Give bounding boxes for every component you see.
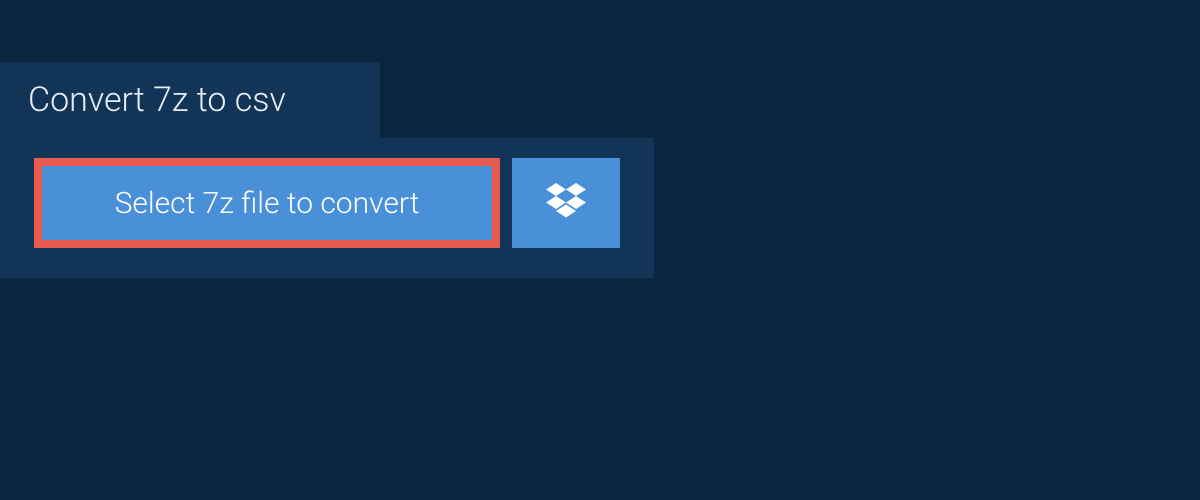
select-file-button[interactable]: Select 7z file to convert — [34, 158, 500, 248]
convert-panel: Select 7z file to convert — [0, 138, 654, 278]
tab-title: Convert 7z to csv — [28, 80, 286, 120]
tab-convert: Convert 7z to csv — [0, 62, 380, 138]
select-file-label: Select 7z file to convert — [115, 186, 420, 221]
dropbox-icon — [546, 183, 586, 223]
dropbox-button[interactable] — [512, 158, 620, 248]
